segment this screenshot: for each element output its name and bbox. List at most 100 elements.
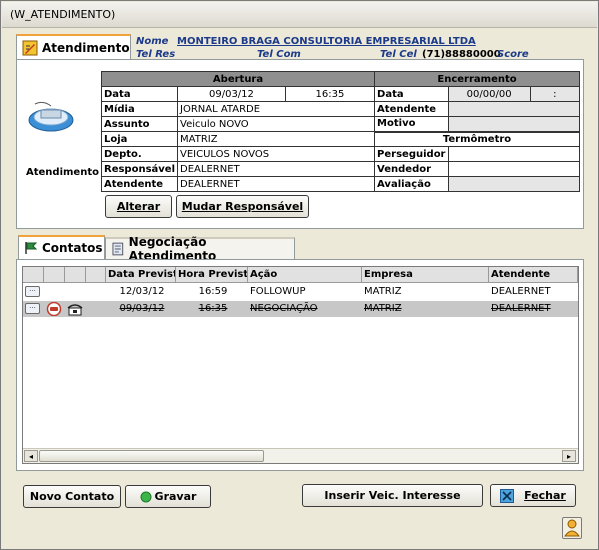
tab-contatos[interactable]: Contatos — [18, 235, 105, 259]
detail-icon[interactable]: ··· — [25, 286, 40, 297]
depto-label: Depto. — [100, 146, 179, 162]
encerramento-atendente-label: Atendente — [374, 101, 449, 117]
scroll-thumb[interactable] — [39, 450, 264, 462]
novo-contato-label: Novo Contato — [29, 490, 115, 503]
customer-name-link[interactable]: MONTEIRO BRAGA CONSULTORIA EMPRESARIAL L… — [177, 36, 476, 47]
side-label: Atendimento — [26, 167, 99, 178]
col-icon3 — [65, 267, 86, 283]
col-icon2 — [44, 267, 65, 283]
col-hora-prevista[interactable]: Hora Prevista — [176, 267, 248, 283]
attendance-icon — [28, 101, 74, 132]
flag-icon — [25, 242, 38, 254]
telcel-value: (71)88880000 — [422, 49, 501, 60]
termometro-header: Termômetro — [374, 130, 580, 147]
row-atendente: DEALERNET — [491, 303, 551, 314]
col-atendente[interactable]: Atendente — [489, 267, 578, 283]
assunto-label: Assunto — [100, 116, 179, 132]
main-window: (W_ATENDIMENTO) Atendimento Nome MONTEIR… — [0, 0, 599, 550]
assunto-field[interactable]: Veiculo NOVO — [177, 116, 376, 132]
user-icon — [564, 519, 580, 537]
table-row[interactable]: ··· 12/03/12 16:59 FOLLOWUP MATRIZ DEALE… — [23, 284, 578, 300]
midia-label: Mídia — [100, 101, 179, 117]
abertura-hora-field[interactable]: 16:35 — [284, 86, 376, 102]
row-hora: 16:59 — [198, 286, 228, 297]
scroll-left-icon[interactable]: ◂ — [24, 450, 38, 462]
vendedor-field[interactable] — [447, 161, 580, 177]
row-hora: 16:35 — [198, 303, 228, 314]
row-data: 09/03/12 — [119, 303, 165, 314]
atendimento-panel: Nome MONTEIRO BRAGA CONSULTORIA EMPRESAR… — [16, 36, 584, 229]
detail-icon[interactable]: ··· — [25, 303, 40, 314]
mudar-responsavel-button[interactable]: Mudar Responsável — [176, 195, 309, 218]
depto-field[interactable]: VEICULOS NOVOS — [177, 146, 376, 162]
col-icon4 — [86, 267, 106, 283]
responsavel-label: Responsável — [100, 161, 179, 177]
scroll-right-icon[interactable]: ▸ — [562, 450, 576, 462]
horizontal-scrollbar[interactable]: ◂ ▸ — [23, 448, 578, 463]
inserir-veic-label: Inserir Veic. Interesse — [324, 489, 461, 502]
inserir-veic-interesse-button[interactable]: Inserir Veic. Interesse — [302, 484, 483, 507]
row-atendente: DEALERNET — [491, 286, 551, 297]
midia-field[interactable]: JORNAL ATARDE — [177, 101, 376, 117]
encerramento-data-label: Data — [374, 86, 449, 102]
loja-field[interactable]: MATRIZ — [177, 131, 376, 147]
encerramento-header: Encerramento — [374, 71, 580, 87]
row-empresa: MATRIZ — [364, 303, 402, 314]
tab-negociacao[interactable]: Negociação Atendimento — [105, 235, 295, 263]
telcel-label: Tel Cel — [380, 49, 417, 60]
motivo-label: Motivo — [374, 116, 449, 132]
row-data: 12/03/12 — [119, 286, 165, 297]
tab-contatos-label: Contatos — [42, 241, 103, 255]
col-acao[interactable]: Ação — [248, 267, 362, 283]
row-acao: FOLLOWUP — [250, 286, 306, 297]
atendimento-grid: Abertura Encerramento Data 09/03/12 16:3… — [100, 71, 581, 192]
fechar-label: Fechar — [524, 489, 566, 502]
responsavel-field[interactable]: DEALERNET — [177, 161, 376, 177]
telcom-label: Tel Com — [257, 49, 301, 60]
encerramento-atendente-field — [447, 101, 580, 117]
row-acao: NEGOCIAÇÃO — [250, 303, 318, 314]
abertura-data-field[interactable]: 09/03/12 — [177, 86, 286, 102]
loja-label: Loja — [100, 131, 179, 147]
perseguidor-field[interactable] — [447, 146, 580, 162]
perseguidor-label: Perseguidor — [374, 146, 449, 162]
tab-label: Atendimento — [42, 41, 130, 55]
window-title: (W_ATENDIMENTO) — [10, 8, 116, 21]
abertura-header: Abertura — [100, 71, 376, 87]
contatos-grid: Data Prevista Hora Prevista Ação Empresa… — [22, 266, 579, 464]
document-icon — [112, 242, 124, 256]
vendedor-label: Vendedor — [374, 161, 449, 177]
telres-label: Tel Res — [136, 49, 176, 60]
row-empresa: MATRIZ — [364, 286, 402, 297]
abertura-data-label: Data — [100, 86, 179, 102]
col-empresa[interactable]: Empresa — [362, 267, 489, 283]
car-icon — [46, 302, 62, 316]
mudar-responsavel-label: Mudar Responsável — [181, 200, 304, 213]
col-data-prevista[interactable]: Data Prevista — [106, 267, 176, 283]
col-icon1 — [23, 267, 44, 283]
save-icon — [140, 491, 152, 502]
window-titlebar: (W_ATENDIMENTO) — [2, 2, 597, 28]
encerramento-hora-field: : — [529, 86, 581, 102]
tab-atendimento[interactable]: Atendimento — [16, 34, 131, 60]
gravar-button[interactable]: Gravar — [125, 485, 211, 508]
edit-icon — [22, 40, 38, 56]
novo-contato-button[interactable]: Novo Contato — [23, 485, 121, 508]
alterar-button[interactable]: Alterar — [105, 195, 172, 218]
score-label: Score — [497, 49, 529, 60]
abertura-atendente-field[interactable]: DEALERNET — [177, 176, 376, 192]
table-row[interactable]: ··· 09/03/12 16:35 NEGOCIAÇÃO MATRIZ DEA… — [23, 301, 578, 317]
user-button[interactable] — [562, 517, 582, 539]
contatos-panel: Data Prevista Hora Prevista Ação Empresa… — [16, 259, 584, 471]
close-icon — [500, 488, 515, 503]
contatos-header-row: Data Prevista Hora Prevista Ação Empresa… — [23, 267, 578, 283]
abertura-atendente-label: Atendente — [100, 176, 179, 192]
nome-label: Nome — [136, 36, 169, 47]
gravar-label: Gravar — [154, 490, 197, 503]
motivo-field — [447, 116, 580, 132]
fechar-button[interactable]: Fechar — [490, 484, 576, 507]
avaliacao-field — [447, 176, 580, 192]
alterar-label: Alterar — [116, 200, 161, 213]
avaliacao-label: Avaliação — [374, 176, 449, 192]
phone-icon — [67, 304, 83, 316]
